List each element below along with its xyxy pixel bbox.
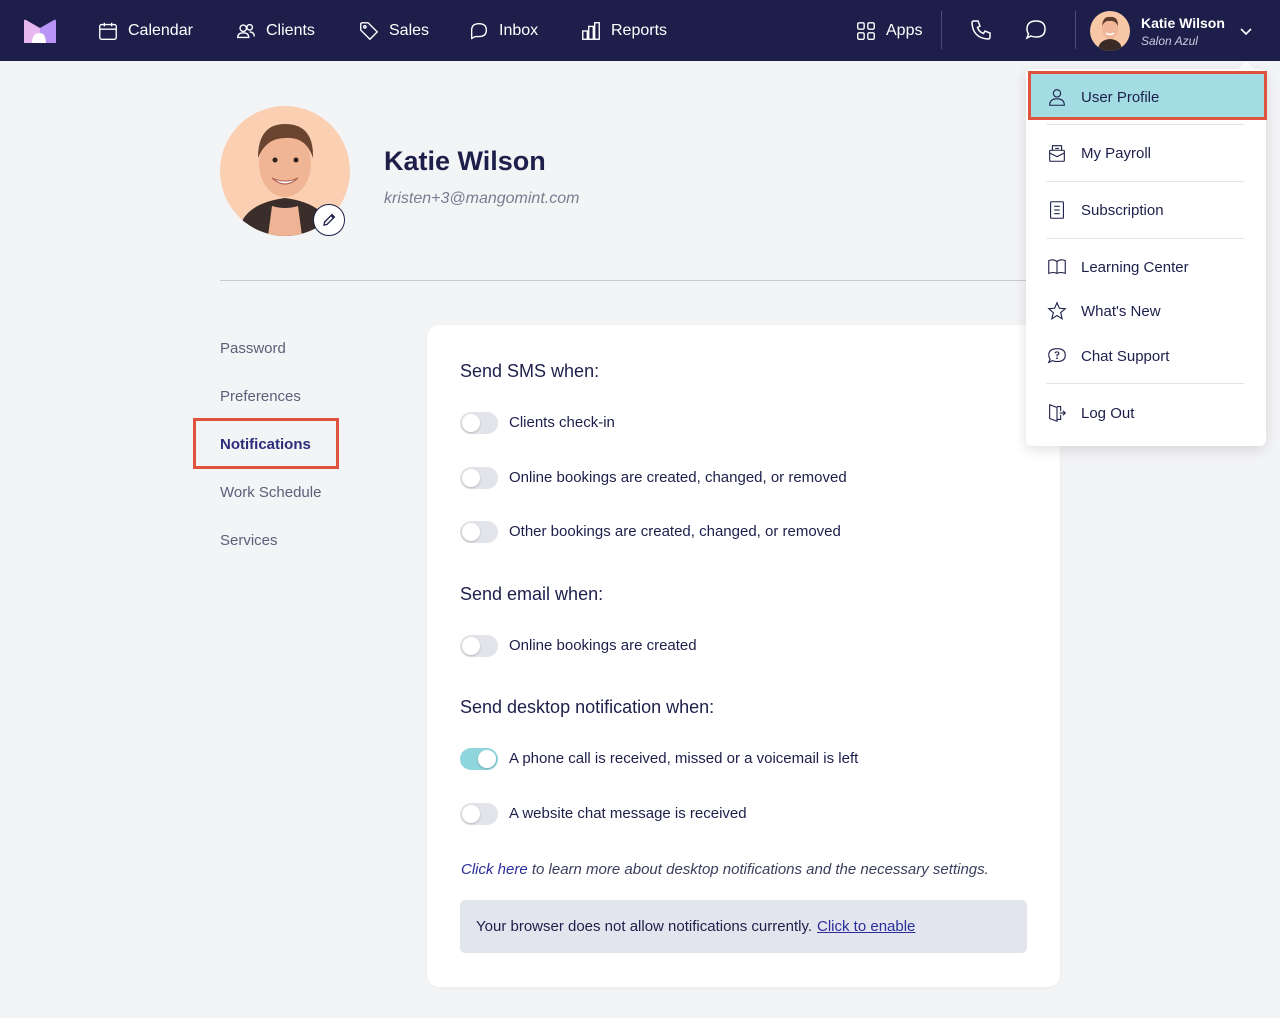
- help-text: to learn more about desktop notification…: [527, 861, 989, 878]
- apps-grid-icon: [857, 21, 875, 40]
- menu-item-my-payroll[interactable]: My Payroll: [1046, 138, 1246, 168]
- pencil-icon: [323, 213, 336, 226]
- chat-question-icon: [1047, 348, 1066, 364]
- nav-apps-label: Apps: [886, 21, 923, 39]
- nav-sales-label: Sales: [389, 21, 430, 39]
- menu-divider: [1046, 238, 1244, 239]
- notifications-highlight-box: [193, 418, 339, 469]
- enable-notifications-link[interactable]: Click to enable: [817, 918, 915, 935]
- menu-divider: [1046, 383, 1244, 384]
- notice-text: Your browser does not allow notification…: [476, 918, 813, 935]
- profile-email: kristen+3@mangomint.com: [384, 190, 580, 207]
- phone-icon: [971, 20, 991, 40]
- menu-divider: [1046, 124, 1244, 125]
- nav-divider: [1075, 11, 1076, 49]
- nav-clients-label: Clients: [266, 21, 315, 39]
- user-name: Katie Wilson: [1141, 14, 1225, 31]
- avatar: [1090, 11, 1130, 51]
- user-icon: [1049, 89, 1065, 106]
- toggle-label: A phone call is received, missed or a vo…: [509, 750, 859, 767]
- toggle-label: Online bookings are created, changed, or…: [509, 469, 847, 486]
- inbox-icon: [470, 22, 488, 39]
- menu-item-learning-center[interactable]: Learning Center: [1046, 252, 1246, 282]
- sms-section-title: Send SMS when:: [460, 361, 600, 381]
- tag-icon: [360, 21, 379, 40]
- menu-item-label: Log Out: [1081, 404, 1135, 422]
- nav-sales[interactable]: Sales: [358, 0, 429, 61]
- nav-calendar[interactable]: Calendar: [97, 0, 193, 61]
- help-click-here-link[interactable]: Click here: [461, 861, 528, 878]
- toggle-label: Online bookings are created: [509, 637, 697, 654]
- menu-item-label: What's New: [1081, 302, 1161, 320]
- nav-calendar-label: Calendar: [128, 21, 193, 39]
- nav-divider: [941, 11, 942, 49]
- dropdown-caret: [1238, 61, 1254, 69]
- toggle-desktop-phone-call[interactable]: [460, 748, 498, 770]
- menu-item-log-out[interactable]: Log Out: [1046, 398, 1246, 428]
- menu-item-label: My Payroll: [1081, 144, 1152, 162]
- email-section-title: Send email when:: [460, 584, 604, 604]
- chat-button[interactable]: [1024, 18, 1050, 44]
- menu-item-whats-new[interactable]: What's New: [1046, 296, 1246, 326]
- nav-apps[interactable]: Apps: [855, 0, 922, 61]
- menu-divider: [1046, 181, 1244, 182]
- sidebar-item-password[interactable]: Password: [220, 340, 286, 357]
- nav-reports-label: Reports: [611, 21, 668, 39]
- profile-divider: [220, 280, 1030, 281]
- menu-item-user-profile[interactable]: User Profile: [1046, 82, 1246, 112]
- menu-item-subscription[interactable]: Subscription: [1046, 195, 1246, 225]
- menu-item-label: User Profile: [1081, 88, 1160, 106]
- logout-icon: [1049, 403, 1067, 423]
- menu-item-chat-support[interactable]: Chat Support: [1046, 341, 1246, 371]
- sidebar-item-preferences[interactable]: Preferences: [220, 388, 301, 405]
- nav-clients[interactable]: Clients: [235, 0, 315, 61]
- toggle-email-online-bookings[interactable]: [460, 635, 498, 657]
- clients-icon: [237, 23, 255, 38]
- top-navigation-bar: Calendar Clients Sales Inbox Reports App…: [0, 0, 1280, 61]
- mangomint-logo[interactable]: [24, 19, 56, 43]
- chat-bubble-icon: [1025, 20, 1046, 40]
- menu-item-label: Subscription: [1081, 201, 1164, 219]
- toggle-desktop-website-chat[interactable]: [460, 803, 498, 825]
- star-icon: [1047, 301, 1067, 320]
- nav-inbox[interactable]: Inbox: [468, 0, 538, 61]
- payroll-icon: [1049, 145, 1065, 162]
- edit-avatar-button[interactable]: [313, 204, 345, 236]
- nav-inbox-label: Inbox: [499, 21, 539, 39]
- bar-chart-icon: [582, 21, 600, 40]
- toggle-sms-client-checkin[interactable]: [460, 412, 498, 434]
- sidebar-item-services[interactable]: Services: [220, 532, 278, 549]
- desktop-section-title: Send desktop notification when:: [460, 697, 715, 717]
- user-menu-toggle[interactable]: Katie Wilson Salon Azul: [1090, 11, 1253, 51]
- toggle-label: Clients check-in: [509, 414, 615, 431]
- desktop-help-text: Click here to learn more about desktop n…: [461, 861, 989, 878]
- user-salon: Salon Azul: [1141, 33, 1198, 48]
- calendar-icon: [99, 22, 117, 40]
- nav-reports[interactable]: Reports: [580, 0, 667, 61]
- menu-item-label: Chat Support: [1081, 347, 1170, 365]
- book-icon: [1048, 259, 1066, 275]
- toggle-sms-other-bookings[interactable]: [460, 521, 498, 543]
- profile-name: Katie Wilson: [384, 146, 546, 176]
- sidebar-item-work-schedule[interactable]: Work Schedule: [220, 484, 321, 501]
- browser-notification-notice: Your browser does not allow notification…: [460, 900, 1027, 953]
- toggle-sms-online-bookings[interactable]: [460, 467, 498, 489]
- receipt-icon: [1050, 201, 1064, 219]
- phone-button[interactable]: [969, 18, 995, 44]
- toggle-label: A website chat message is received: [509, 805, 747, 822]
- chevron-down-icon: [1240, 28, 1252, 36]
- toggle-label: Other bookings are created, changed, or …: [509, 523, 841, 540]
- menu-item-label: Learning Center: [1081, 258, 1189, 276]
